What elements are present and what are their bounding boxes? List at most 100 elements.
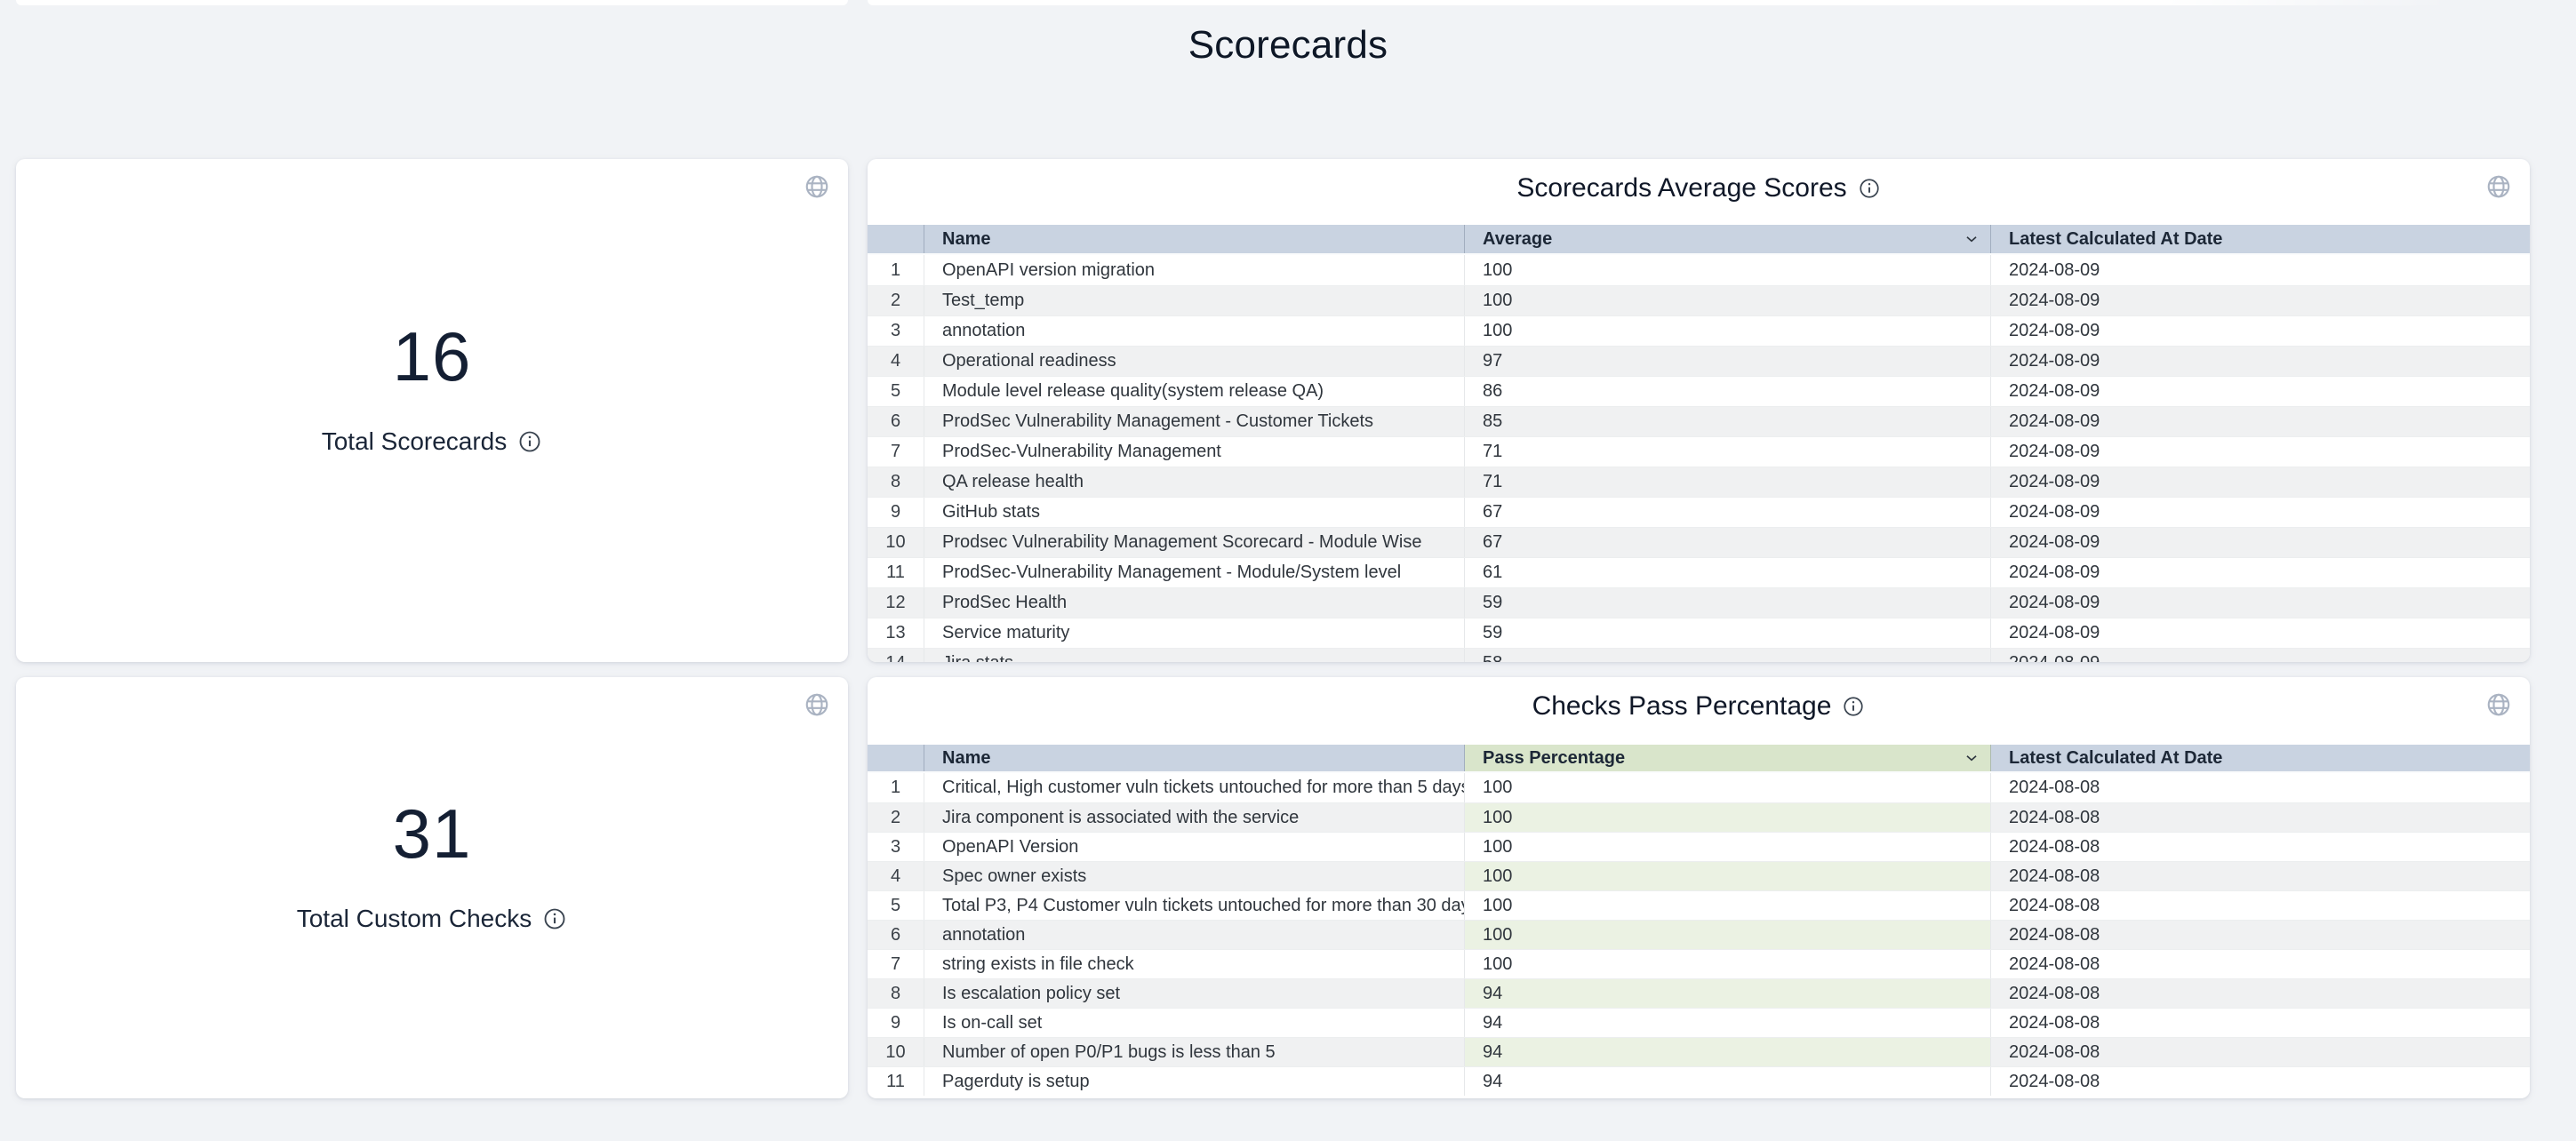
row-index-cell: 14 xyxy=(868,649,924,662)
row-index-cell: 1 xyxy=(868,255,924,285)
column-header-name[interactable]: Name xyxy=(924,225,1465,253)
column-header-date[interactable]: Latest Calculated At Date xyxy=(1991,745,2530,771)
table-row[interactable]: 8 QA release health 71 2024-08-09 xyxy=(868,467,2530,497)
table-row[interactable]: 6 annotation 100 2024-08-08 xyxy=(868,920,2530,949)
row-index-cell: 9 xyxy=(868,498,924,527)
average-cell: 67 xyxy=(1465,528,1991,557)
pass-percentage-cell: 100 xyxy=(1465,803,1991,832)
row-index-cell: 7 xyxy=(868,437,924,467)
chevron-down-icon[interactable] xyxy=(1962,748,1981,768)
date-cell: 2024-08-08 xyxy=(1991,1067,2530,1096)
table-row[interactable]: 6 ProdSec Vulnerability Management - Cus… xyxy=(868,406,2530,436)
name-cell: ProdSec-Vulnerability Management - Modul… xyxy=(924,558,1465,587)
date-cell: 2024-08-08 xyxy=(1991,833,2530,861)
name-cell: ProdSec-Vulnerability Management xyxy=(924,437,1465,467)
row-index-cell: 9 xyxy=(868,1009,924,1037)
table-row[interactable]: 9 GitHub stats 67 2024-08-09 xyxy=(868,497,2530,527)
date-cell: 2024-08-08 xyxy=(1991,921,2530,949)
pass-percentage-cell: 100 xyxy=(1465,773,1991,802)
row-index-cell: 8 xyxy=(868,467,924,497)
row-index-cell: 2 xyxy=(868,803,924,832)
checks-pass-percentage-panel: Checks Pass Percentage Name Pass Percent… xyxy=(868,677,2530,1098)
table-row[interactable]: 5 Total P3, P4 Customer vuln tickets unt… xyxy=(868,890,2530,920)
name-cell: Number of open P0/P1 bugs is less than 5 xyxy=(924,1038,1465,1066)
row-index-cell: 1 xyxy=(868,773,924,802)
name-cell: Operational readiness xyxy=(924,347,1465,376)
pass-percentage-cell: 100 xyxy=(1465,921,1991,949)
average-cell: 86 xyxy=(1465,377,1991,406)
chevron-down-icon[interactable] xyxy=(1962,229,1981,249)
name-cell: Pagerduty is setup xyxy=(924,1067,1465,1096)
table-row[interactable]: 1 Critical, High customer vuln tickets u… xyxy=(868,773,2530,802)
table-row[interactable]: 2 Jira component is associated with the … xyxy=(868,802,2530,832)
date-cell: 2024-08-09 xyxy=(1991,347,2530,376)
pass-percentage-cell: 100 xyxy=(1465,833,1991,861)
row-index-cell: 10 xyxy=(868,1038,924,1066)
row-index-cell: 3 xyxy=(868,316,924,346)
name-cell: Service maturity xyxy=(924,618,1465,648)
table-row[interactable]: 14 Jira stats 58 2024-08-09 xyxy=(868,648,2530,662)
row-index-cell: 5 xyxy=(868,891,924,920)
column-header-average[interactable]: Average xyxy=(1465,225,1991,253)
stat-value: 31 xyxy=(393,794,472,874)
name-cell: OpenAPI version migration xyxy=(924,255,1465,285)
name-cell: Critical, High customer vuln tickets unt… xyxy=(924,773,1465,802)
date-cell: 2024-08-09 xyxy=(1991,286,2530,315)
table-row[interactable]: 4 Operational readiness 97 2024-08-09 xyxy=(868,346,2530,376)
pass-percentage-cell: 100 xyxy=(1465,950,1991,978)
table-row[interactable]: 4 Spec owner exists 100 2024-08-08 xyxy=(868,861,2530,890)
date-cell: 2024-08-08 xyxy=(1991,1038,2530,1066)
average-cell: 85 xyxy=(1465,407,1991,436)
date-cell: 2024-08-09 xyxy=(1991,588,2530,618)
average-cell: 100 xyxy=(1465,286,1991,315)
total-scorecards-card: 16 Total Scorecards xyxy=(16,159,848,662)
table-row[interactable]: 11 Pagerduty is setup 94 2024-08-08 xyxy=(868,1066,2530,1096)
scrolled-panel-edge-right xyxy=(868,0,2450,5)
total-custom-checks-card: 31 Total Custom Checks xyxy=(16,677,848,1098)
average-cell: 58 xyxy=(1465,649,1991,662)
table-row[interactable]: 10 Prodsec Vulnerability Management Scor… xyxy=(868,527,2530,557)
table-row[interactable]: 13 Service maturity 59 2024-08-09 xyxy=(868,618,2530,648)
average-cell: 100 xyxy=(1465,316,1991,346)
table-row[interactable]: 7 ProdSec-Vulnerability Management 71 20… xyxy=(868,436,2530,467)
info-icon[interactable] xyxy=(1842,695,1865,718)
table-row[interactable]: 8 Is escalation policy set 94 2024-08-08 xyxy=(868,978,2530,1008)
table-row[interactable]: 7 string exists in file check 100 2024-0… xyxy=(868,949,2530,978)
scorecards-average-scores-panel: Scorecards Average Scores Name Average L… xyxy=(868,159,2530,662)
table-row[interactable]: 5 Module level release quality(system re… xyxy=(868,376,2530,406)
date-cell: 2024-08-08 xyxy=(1991,862,2530,890)
table-row[interactable]: 9 Is on-call set 94 2024-08-08 xyxy=(868,1008,2530,1037)
table-row[interactable]: 11 ProdSec-Vulnerability Management - Mo… xyxy=(868,557,2530,587)
row-index-cell: 2 xyxy=(868,286,924,315)
date-cell: 2024-08-09 xyxy=(1991,437,2530,467)
row-index-cell: 4 xyxy=(868,862,924,890)
table-row[interactable]: 2 Test_temp 100 2024-08-09 xyxy=(868,285,2530,315)
date-cell: 2024-08-09 xyxy=(1991,558,2530,587)
info-icon[interactable] xyxy=(542,906,567,931)
table-header-row: Name Average Latest Calculated At Date xyxy=(868,225,2530,255)
scrolled-panel-edge-left xyxy=(16,0,848,5)
average-cell: 59 xyxy=(1465,588,1991,618)
table-row[interactable]: 10 Number of open P0/P1 bugs is less tha… xyxy=(868,1037,2530,1066)
table-row[interactable]: 3 OpenAPI Version 100 2024-08-08 xyxy=(868,832,2530,861)
pass-percentage-cell: 100 xyxy=(1465,891,1991,920)
column-header-name[interactable]: Name xyxy=(924,745,1465,771)
info-icon[interactable] xyxy=(1858,177,1881,200)
row-index-cell: 10 xyxy=(868,528,924,557)
scorecards-average-scores-table: Name Average Latest Calculated At Date 1… xyxy=(868,225,2530,662)
table-body: 1 OpenAPI version migration 100 2024-08-… xyxy=(868,255,2530,662)
date-cell: 2024-08-09 xyxy=(1991,528,2530,557)
date-cell: 2024-08-09 xyxy=(1991,498,2530,527)
info-icon[interactable] xyxy=(517,429,542,454)
column-header-pass-percentage[interactable]: Pass Percentage xyxy=(1465,745,1991,771)
date-cell: 2024-08-08 xyxy=(1991,979,2530,1008)
table-header-row: Name Pass Percentage Latest Calculated A… xyxy=(868,745,2530,773)
table-row[interactable]: 12 ProdSec Health 59 2024-08-09 xyxy=(868,587,2530,618)
table-row[interactable]: 1 OpenAPI version migration 100 2024-08-… xyxy=(868,255,2530,285)
pass-percentage-cell: 100 xyxy=(1465,862,1991,890)
date-cell: 2024-08-09 xyxy=(1991,255,2530,285)
name-cell: annotation xyxy=(924,921,1465,949)
column-header-date[interactable]: Latest Calculated At Date xyxy=(1991,225,2530,253)
table-row[interactable]: 3 annotation 100 2024-08-09 xyxy=(868,315,2530,346)
date-cell: 2024-08-08 xyxy=(1991,803,2530,832)
